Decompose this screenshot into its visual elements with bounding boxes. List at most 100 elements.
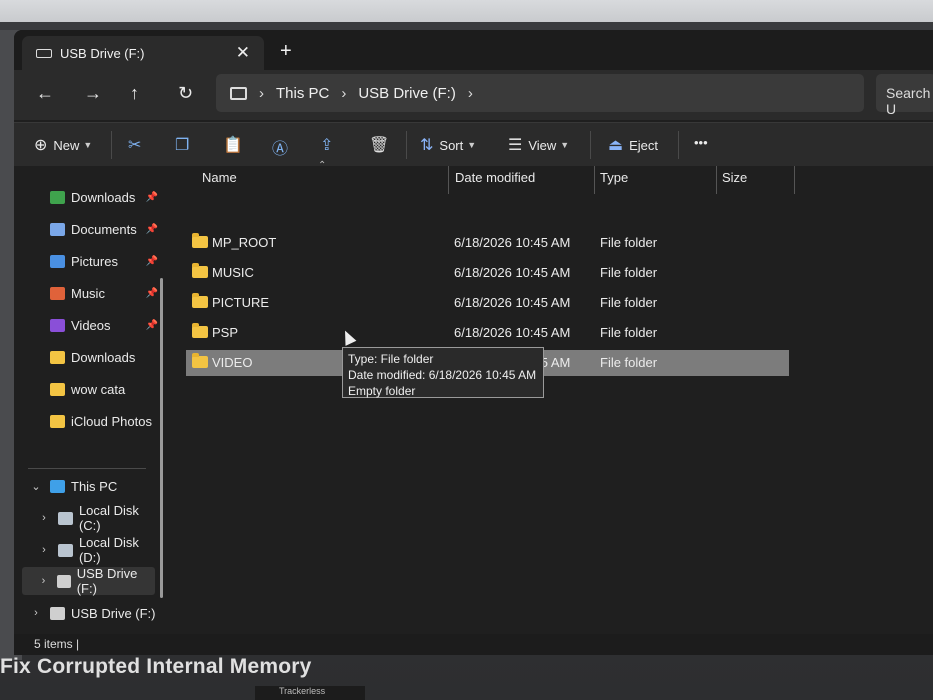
sidebar-item-label: Downloads <box>71 189 136 205</box>
sidebar-item[interactable]: wow cata <box>14 375 164 403</box>
sidebar-item[interactable]: Music 📌 <box>14 279 164 307</box>
table-row[interactable]: PSP 6/18/2026 10:45 AM File folder <box>186 320 789 346</box>
cell-name: MP_ROOT <box>212 235 277 250</box>
view-button[interactable]: ☰ View ▼ <box>508 135 569 155</box>
cut-icon[interactable]: ✂ <box>128 135 141 155</box>
breadcrumb-this-pc[interactable]: This PC <box>276 85 329 102</box>
sidebar-tree-item[interactable]: › Local Disk (D:) <box>14 535 164 565</box>
table-row[interactable]: MP_ROOT 6/18/2026 10:45 AM File folder <box>186 230 789 256</box>
pin-icon: 📌 <box>145 255 158 267</box>
folder-icon <box>192 353 208 368</box>
sidebar-item[interactable]: Downloads 📌 <box>14 183 164 211</box>
usb-drive-icon <box>56 574 71 588</box>
column-divider[interactable] <box>716 166 717 194</box>
paste-icon[interactable]: 📋 <box>223 135 243 155</box>
new-label: New <box>53 137 80 153</box>
address-bar[interactable]: › This PC › USB Drive (F:) › <box>216 74 864 112</box>
item-count: 5 items <box>34 637 73 651</box>
folder-icon <box>50 350 65 364</box>
eject-button[interactable]: ⏏ Eject <box>608 135 658 155</box>
column-divider[interactable] <box>448 166 449 194</box>
delete-icon[interactable]: 🗑 <box>369 135 389 155</box>
share-icon[interactable]: ⇪ <box>320 135 333 155</box>
new-tab-button[interactable]: + <box>280 40 292 63</box>
cell-type: File folder <box>600 355 658 370</box>
pin-icon: 📌 <box>145 223 158 235</box>
cell-type: File folder <box>600 295 658 310</box>
sidebar-item[interactable]: Videos 📌 <box>14 311 164 339</box>
column-header-size[interactable]: Size <box>722 170 747 185</box>
local-disk-icon <box>57 543 73 557</box>
toolbar-divider <box>406 131 407 159</box>
chevron-right-icon[interactable]: › <box>36 512 52 524</box>
column-header-name[interactable]: Name <box>202 170 237 185</box>
sidebar-item[interactable]: Pictures 📌 <box>14 247 164 275</box>
column-header-type[interactable]: Type <box>600 170 628 185</box>
sidebar-tree-item[interactable]: › USB Drive (F:) <box>14 599 164 627</box>
search-input[interactable]: Search U <box>876 74 933 117</box>
navigation-pane: Downloads 📌 Documents 📌 Pictures 📌 Music 📌 Video… <box>14 166 174 652</box>
background-page-heading: Fix Corrupted Internal Memory <box>0 655 312 678</box>
folder-icon <box>192 263 208 278</box>
sidebar-item[interactable]: Documents 📌 <box>14 215 164 243</box>
rename-icon[interactable]: Ⓐ <box>272 135 288 159</box>
tab-usb-drive[interactable]: USB Drive (F:) ✕ <box>22 36 264 70</box>
back-button[interactable]: ← <box>36 83 54 104</box>
pin-icon: 📌 <box>145 319 158 331</box>
chevron-right-icon[interactable]: › <box>36 544 52 556</box>
cell-name: MUSIC <box>212 265 254 280</box>
table-row[interactable]: MUSIC 6/18/2026 10:45 AM File folder <box>186 260 789 286</box>
sidebar-tree-item[interactable]: › USB Drive (F:) <box>22 566 155 596</box>
cell-name: PSP <box>212 325 239 340</box>
plus-circle-icon: ⊕ <box>34 137 48 154</box>
status-bar: 5 items | <box>14 634 933 655</box>
new-button[interactable]: ⊕ New ▼ <box>34 135 92 155</box>
sidebar-tree-label: Local Disk (D:) <box>78 535 139 565</box>
folder-icon <box>50 382 65 396</box>
pin-icon: 📌 <box>145 191 158 203</box>
sidebar-item[interactable]: Downloads <box>14 343 164 371</box>
forward-button[interactable]: → <box>84 83 102 104</box>
sidebar-tree-item[interactable]: › Local Disk (C:) <box>14 503 164 533</box>
column-divider[interactable] <box>594 166 595 194</box>
cell-name: VIDEO <box>212 355 253 370</box>
tab-title: USB Drive (F:) <box>60 45 145 61</box>
sidebar-tree-item[interactable]: ⌄ This PC <box>14 472 164 500</box>
folder-icon <box>192 323 208 338</box>
copy-icon[interactable]: ❐ <box>175 135 189 155</box>
refresh-button[interactable]: ↻ <box>178 83 193 104</box>
tooltip-type: Type: File folder <box>348 352 434 366</box>
view-label: View <box>528 137 557 153</box>
column-divider[interactable] <box>794 166 795 194</box>
toolbar-divider <box>111 131 112 159</box>
cell-date: 6/18/2026 10:45 AM <box>454 235 571 250</box>
cell-date: 6/18/2026 10:45 AM <box>454 325 571 340</box>
close-tab-icon[interactable]: ✕ <box>236 43 250 63</box>
usb-drive-icon <box>50 606 65 620</box>
command-toolbar: ⊕ New ▼ ✂ ❐ 📋 Ⓐ ⇪ 🗑 ⇅ Sort ▼ ☰ View ▼ ⏏ … <box>14 122 933 166</box>
sort-ascending-icon: ⌃ <box>318 160 327 171</box>
breadcrumb-usb-drive[interactable]: USB Drive (F:) <box>358 85 456 102</box>
folder-icon <box>50 414 65 428</box>
chevron-down-icon: ▼ <box>467 140 477 150</box>
table-row[interactable]: PICTURE 6/18/2026 10:45 AM File folder <box>186 290 789 316</box>
chevron-down-icon: ▼ <box>83 140 93 150</box>
more-options-button[interactable]: ••• <box>694 135 708 150</box>
folder-icon <box>192 293 208 308</box>
navigation-bar: ← → ↑ ↻ › This PC › USB Drive (F:) › Sea… <box>14 70 933 120</box>
chevron-right-icon[interactable]: › <box>28 607 44 619</box>
column-header-date-modified[interactable]: Date modified <box>455 170 535 185</box>
sidebar-item-label: wow cata <box>71 381 126 397</box>
videos-icon <box>50 318 65 332</box>
cell-date: 6/18/2026 10:45 AM <box>454 265 571 280</box>
up-button[interactable]: ↑ <box>130 83 139 104</box>
breadcrumb-chevron-icon[interactable]: › <box>468 85 473 102</box>
chevron-right-icon[interactable]: › <box>36 575 51 587</box>
cell-type: File folder <box>600 325 658 340</box>
drive-icon <box>36 48 52 58</box>
breadcrumb-separator: › <box>259 84 264 102</box>
sort-button[interactable]: ⇅ Sort ▼ <box>420 135 476 155</box>
eject-label: Eject <box>629 137 659 153</box>
sidebar-item[interactable]: iCloud Photos <box>14 407 164 435</box>
chevron-down-icon[interactable]: ⌄ <box>28 480 44 493</box>
